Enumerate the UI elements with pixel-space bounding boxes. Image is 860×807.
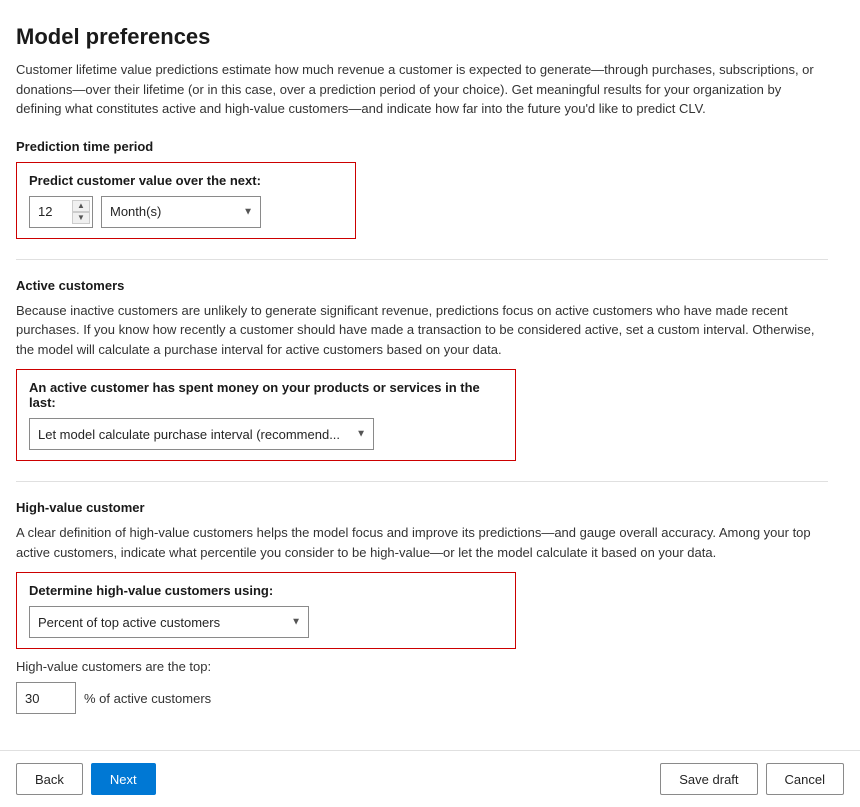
active-customers-box: An active customer has spent money on yo… [16,369,516,461]
number-input-wrapper: ▲ ▼ [29,196,93,228]
period-select-wrapper: Month(s) Year(s) ▼ [101,196,261,228]
save-draft-button[interactable]: Save draft [660,763,757,795]
divider-1 [16,259,828,260]
next-button[interactable]: Next [91,763,156,795]
high-value-description: A clear definition of high-value custome… [16,523,828,562]
back-button[interactable]: Back [16,763,83,795]
active-customers-section: Active customers Because inactive custom… [16,278,828,462]
high-value-select[interactable]: Percent of top active customers Model ca… [29,606,309,638]
prediction-section: Prediction time period Predict customer … [16,139,828,239]
active-customers-description: Because inactive customers are unlikely … [16,301,828,360]
high-value-box: Determine high-value customers using: Pe… [16,572,516,649]
prediction-input-row: ▲ ▼ Month(s) Year(s) ▼ [29,196,343,228]
footer-left: Back Next [16,763,156,795]
percent-row: % of active customers [16,682,828,714]
main-content: Model preferences Customer lifetime valu… [0,0,860,750]
active-customers-title: Active customers [16,278,828,293]
active-customers-select-wrapper: Let model calculate purchase interval (r… [29,418,374,450]
page-title: Model preferences [16,24,828,50]
high-value-section: High-value customer A clear definition o… [16,500,828,714]
high-value-sub-label: High-value customers are the top: [16,659,828,674]
active-customers-select[interactable]: Let model calculate purchase interval (r… [29,418,374,450]
divider-2 [16,481,828,482]
spinner-down-button[interactable]: ▼ [72,212,90,224]
period-select[interactable]: Month(s) Year(s) [101,196,261,228]
spinner-up-button[interactable]: ▲ [72,200,90,212]
high-value-select-wrapper: Percent of top active customers Model ca… [29,606,309,638]
percent-suffix: % of active customers [84,691,211,706]
percent-input[interactable] [16,682,76,714]
spinner-buttons: ▲ ▼ [72,200,90,224]
footer: Back Next Save draft Cancel [0,750,860,807]
active-customers-box-label: An active customer has spent money on yo… [29,380,503,410]
prediction-box: Predict customer value over the next: ▲ … [16,162,356,239]
high-value-title: High-value customer [16,500,828,515]
footer-right: Save draft Cancel [660,763,844,795]
cancel-button[interactable]: Cancel [766,763,844,795]
prediction-box-label: Predict customer value over the next: [29,173,343,188]
prediction-section-title: Prediction time period [16,139,828,154]
intro-text: Customer lifetime value predictions esti… [16,60,828,119]
high-value-box-label: Determine high-value customers using: [29,583,503,598]
